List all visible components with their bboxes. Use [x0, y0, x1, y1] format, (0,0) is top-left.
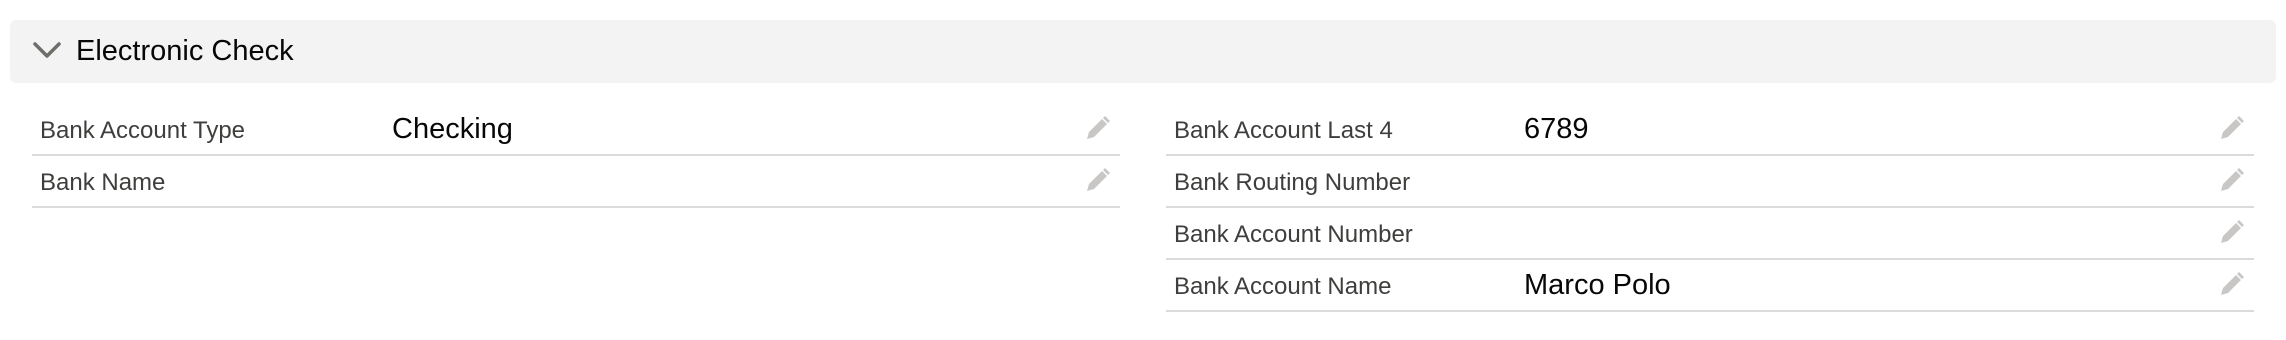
pencil-icon[interactable]: [1082, 166, 1112, 196]
section-title: Electronic Check: [76, 35, 294, 67]
electronic-check-section: Electronic Check Bank Account Type Check…: [0, 0, 2286, 340]
field-label: Bank Account Name: [1174, 273, 1392, 300]
field-row-bank-account-number: Bank Account Number: [1166, 208, 2254, 260]
field-value: Checking: [392, 113, 513, 145]
field-row-bank-routing-number: Bank Routing Number: [1166, 156, 2254, 208]
section-header-toggle[interactable]: Electronic Check: [10, 20, 2276, 83]
pencil-icon[interactable]: [2216, 166, 2246, 196]
field-value: 6789: [1524, 113, 1589, 145]
pencil-icon[interactable]: [2216, 270, 2246, 300]
field-row-bank-account-last-4: Bank Account Last 4 6789: [1166, 104, 2254, 156]
pencil-icon[interactable]: [2216, 114, 2246, 144]
field-label: Bank Account Number: [1174, 221, 1413, 248]
chevron-down-icon: [33, 42, 61, 58]
field-label: Bank Account Type: [40, 117, 246, 144]
field-row-bank-account-name: Bank Account Name Marco Polo: [1166, 260, 2254, 312]
field-label: Bank Routing Number: [1174, 169, 1411, 196]
field-row-bank-name: Bank Name: [32, 156, 1120, 208]
left-field-column: Bank Account Type Checking Bank Name: [32, 104, 1120, 208]
pencil-icon[interactable]: [2216, 218, 2246, 248]
field-label: Bank Name: [40, 169, 166, 196]
right-field-column: Bank Account Last 4 6789 Bank Routing Nu…: [1166, 104, 2254, 312]
pencil-icon[interactable]: [1082, 114, 1112, 144]
field-row-bank-account-type: Bank Account Type Checking: [32, 104, 1120, 156]
field-label: Bank Account Last 4: [1174, 117, 1393, 144]
field-value: Marco Polo: [1524, 269, 1671, 301]
